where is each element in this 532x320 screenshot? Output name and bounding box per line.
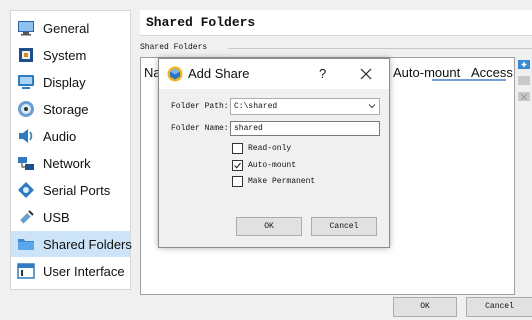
close-icon[interactable] xyxy=(356,64,376,84)
make-permanent-checkbox[interactable] xyxy=(232,175,243,187)
cancel-button[interactable]: Cancel xyxy=(466,297,532,317)
auto-mount-row[interactable]: Auto-mount xyxy=(232,159,296,171)
read-only-label: Read-only xyxy=(248,143,292,153)
sidebar-item-network[interactable]: Network xyxy=(11,150,130,176)
make-permanent-label: Make Permanent xyxy=(248,176,316,186)
add-share-dialog: Add Share ? Folder Path: C:\shared Folde… xyxy=(158,58,390,248)
sidebar-item-label: USB xyxy=(43,209,70,225)
folder-path-combobox[interactable]: C:\shared xyxy=(230,98,380,115)
chevron-down-icon[interactable] xyxy=(368,103,376,109)
auto-mount-checkbox[interactable] xyxy=(232,159,243,171)
display-monitor-icon xyxy=(18,75,34,89)
storage-disk-icon xyxy=(18,101,34,117)
folder-path-label: Folder Path: xyxy=(171,102,229,111)
sidebar-item-label: Storage xyxy=(43,101,89,117)
sidebar-item-label: Shared Folders xyxy=(43,236,132,252)
sidebar-item-system[interactable]: System xyxy=(11,42,130,68)
header-underline-mark xyxy=(432,79,506,81)
sidebar-item-label: Serial Ports xyxy=(43,182,111,198)
read-only-row[interactable]: Read-only xyxy=(232,142,291,154)
network-icon xyxy=(18,157,34,170)
folder-name-input[interactable]: shared xyxy=(230,121,380,136)
dialog-ok-button[interactable]: OK xyxy=(236,217,302,236)
settings-sidebar: General System Display Storage Audio Net… xyxy=(10,10,132,290)
edit-share-icon[interactable] xyxy=(518,74,530,86)
sidebar-item-label: Audio xyxy=(43,128,77,144)
ok-button[interactable]: OK xyxy=(393,297,457,317)
help-button[interactable]: ? xyxy=(319,66,326,81)
sidebar-item-storage[interactable]: Storage xyxy=(11,96,130,122)
sidebar-item-label: General xyxy=(43,20,90,36)
folder-name-label: Folder Name: xyxy=(171,124,229,133)
system-chip-icon xyxy=(19,48,33,62)
group-divider xyxy=(228,48,532,49)
page-title: Shared Folders xyxy=(140,10,532,36)
checkmark-icon xyxy=(234,162,241,169)
user-interface-icon xyxy=(17,263,35,279)
sidebar-item-label: Network xyxy=(43,155,91,171)
sidebar-item-label: User Interface xyxy=(43,263,125,279)
dialog-titlebar[interactable]: Add Share ? xyxy=(159,59,389,89)
shared-folder-icon xyxy=(18,239,34,250)
sidebar-item-serial-ports[interactable]: Serial Ports xyxy=(11,177,130,203)
audio-speaker-icon xyxy=(19,129,33,143)
sidebar-item-label: System xyxy=(43,47,87,63)
auto-mount-label: Auto-mount xyxy=(248,160,297,170)
virtualbox-cube-icon xyxy=(167,66,183,82)
general-monitor-icon xyxy=(18,21,34,36)
sidebar-item-label: Display xyxy=(43,74,86,90)
sidebar-item-usb[interactable]: USB xyxy=(11,204,130,230)
sidebar-item-display[interactable]: Display xyxy=(11,69,130,95)
remove-share-icon[interactable] xyxy=(518,90,530,102)
sidebar-item-user-interface[interactable]: User Interface xyxy=(11,258,130,284)
add-share-icon[interactable] xyxy=(518,58,530,70)
list-side-buttons xyxy=(518,58,532,106)
usb-icon xyxy=(20,210,34,224)
dialog-title: Add Share xyxy=(188,66,250,81)
sidebar-item-general[interactable]: General xyxy=(11,15,130,41)
read-only-checkbox[interactable] xyxy=(232,142,243,154)
sidebar-item-audio[interactable]: Audio xyxy=(11,123,130,149)
make-permanent-row[interactable]: Make Permanent xyxy=(232,175,315,187)
group-label: Shared Folders xyxy=(140,43,208,52)
serial-ports-icon xyxy=(18,182,34,198)
dialog-cancel-button[interactable]: Cancel xyxy=(311,217,377,236)
folder-path-value: C:\shared xyxy=(234,102,278,111)
sidebar-item-shared-folders[interactable]: Shared Folders xyxy=(11,231,132,257)
